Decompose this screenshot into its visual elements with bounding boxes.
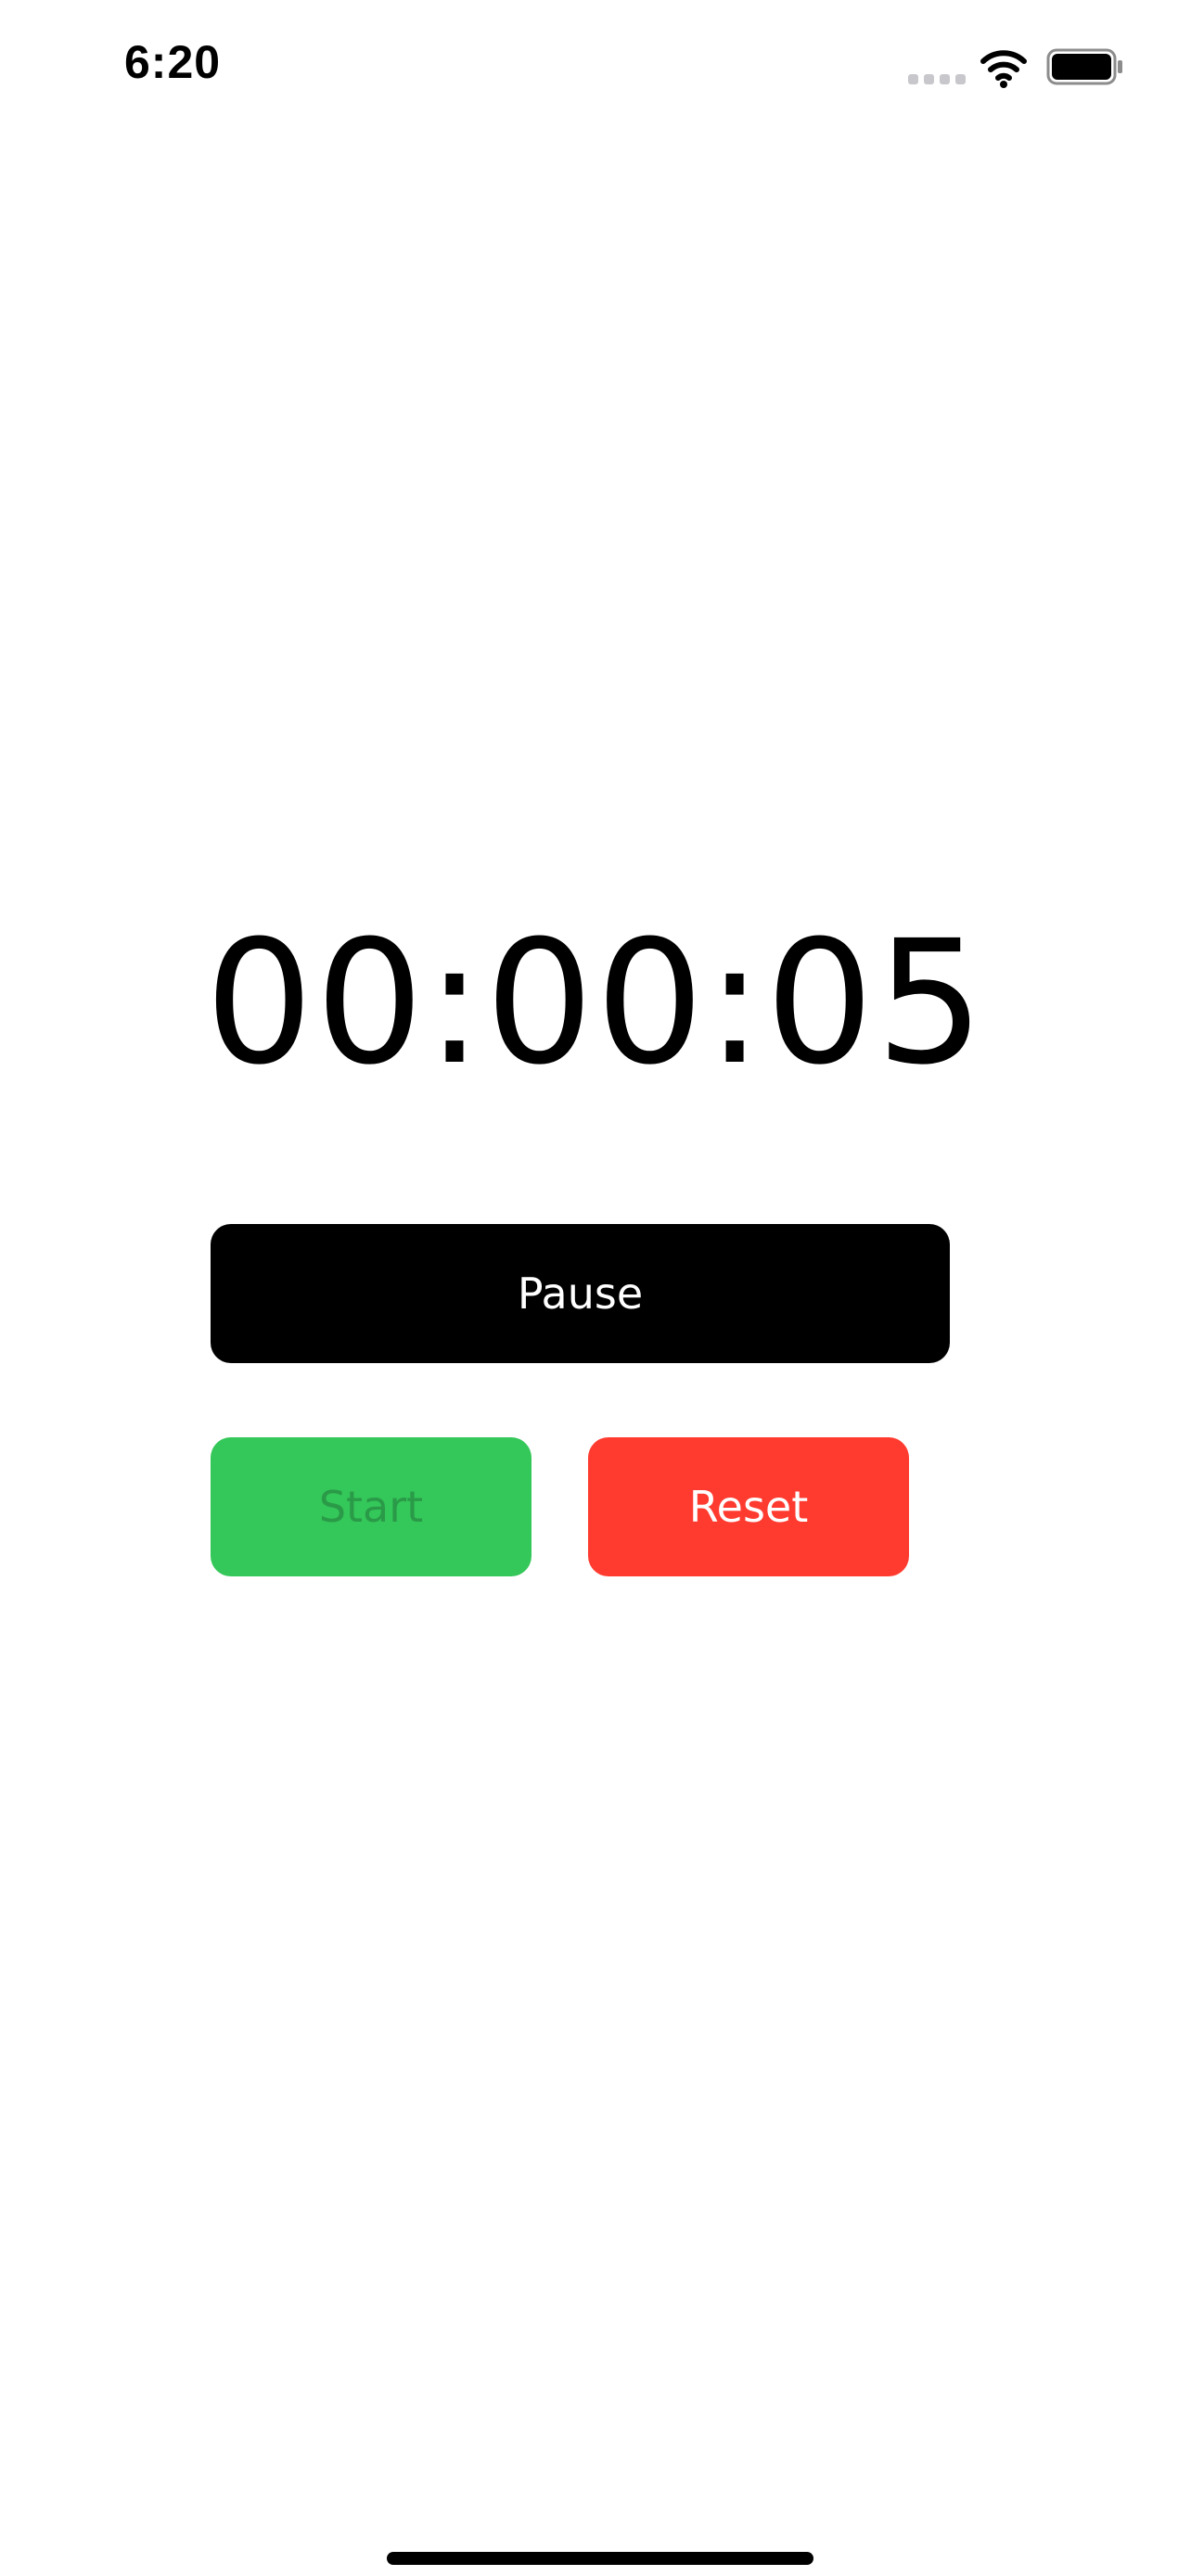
wifi-icon xyxy=(980,50,1027,88)
timer-display: 00:00:05 xyxy=(204,904,987,1103)
home-indicator[interactable] xyxy=(387,2552,813,2565)
start-button[interactable]: Start xyxy=(211,1437,531,1576)
pause-button[interactable]: Pause xyxy=(211,1224,950,1363)
cellular-signal-icon xyxy=(908,74,966,85)
status-time: 6:20 xyxy=(124,36,222,88)
reset-button[interactable]: Reset xyxy=(588,1437,909,1576)
battery-icon xyxy=(1046,48,1122,85)
